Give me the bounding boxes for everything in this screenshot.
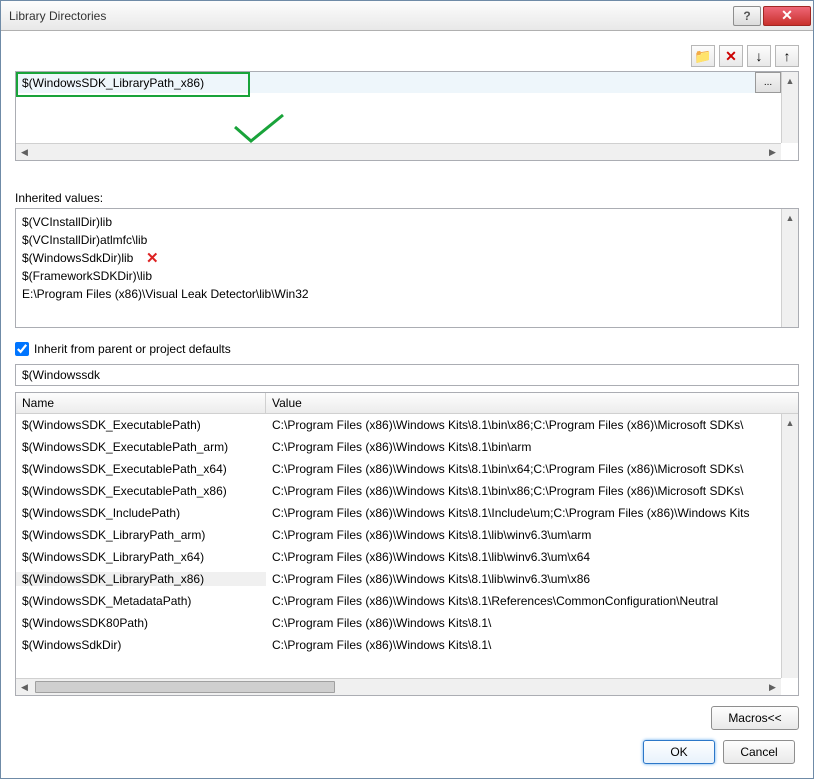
macro-value: C:\Program Files (x86)\Windows Kits\8.1\… (266, 418, 798, 432)
window-title: Library Directories (9, 9, 731, 23)
macro-name: $(WindowsSDK_IncludePath) (16, 506, 266, 520)
macro-value: C:\Program Files (x86)\Windows Kits\8.1\… (266, 550, 798, 564)
table-row[interactable]: $(WindowsSDK80Path)C:\Program Files (x86… (16, 612, 798, 634)
table-row[interactable]: $(WindowsSDK_ExecutablePath_x64)C:\Progr… (16, 458, 798, 480)
macros-toggle-button[interactable]: Macros<< (711, 706, 799, 730)
macro-name: $(WindowsSDK_MetadataPath) (16, 594, 266, 608)
cancel-button[interactable]: Cancel (723, 740, 795, 764)
macro-name: $(WindowsSDK_LibraryPath_arm) (16, 528, 266, 542)
macro-value: C:\Program Files (x86)\Windows Kits\8.1\… (266, 462, 798, 476)
table-row[interactable]: $(WindowsSdkDir)C:\Program Files (x86)\W… (16, 634, 798, 656)
macro-name: $(WindowsSDK_LibraryPath_x86) (16, 572, 266, 586)
browse-button[interactable]: ... (755, 72, 781, 93)
macro-value: C:\Program Files (x86)\Windows Kits\8.1\… (266, 528, 798, 542)
checkmark-annotation-icon (231, 111, 287, 147)
new-line-button[interactable]: 📁 (691, 45, 715, 67)
table-row[interactable]: $(WindowsSDK_ExecutablePath_x86)C:\Progr… (16, 480, 798, 502)
inherit-checkbox-row[interactable]: Inherit from parent or project defaults (15, 342, 799, 356)
macro-value: C:\Program Files (x86)\Windows Kits\8.1\ (266, 638, 798, 652)
inherited-value: E:\Program Files (x86)\Visual Leak Detec… (22, 285, 775, 303)
macro-value: C:\Program Files (x86)\Windows Kits\8.1\ (266, 616, 798, 630)
close-button[interactable]: ✕ (763, 6, 811, 26)
macro-name: $(WindowsSDK_ExecutablePath_arm) (16, 440, 266, 454)
inherited-value: $(FrameworkSDKDir)\lib (22, 267, 775, 285)
table-row[interactable]: $(WindowsSDK_ExecutablePath_arm)C:\Progr… (16, 436, 798, 458)
table-row[interactable]: $(WindowsSDK_ExecutablePath)C:\Program F… (16, 414, 798, 436)
arrow-up-icon: ↑ (784, 48, 791, 64)
path-input[interactable] (16, 72, 755, 93)
inherited-values-label: Inherited values: (15, 191, 799, 205)
macro-name: $(WindowsSDK_ExecutablePath_x86) (16, 484, 266, 498)
arrow-down-icon: ↓ (756, 48, 763, 64)
library-directories-dialog: Library Directories ? ✕ 📁 ✕ ↓ ↑ (0, 0, 814, 779)
macros-header: Name Value (16, 393, 798, 414)
cross-annotation-icon: ✕ (146, 250, 159, 268)
inherited-value: $(VCInstallDir)lib (22, 213, 775, 231)
editor-vertical-scrollbar[interactable]: ▲ (781, 72, 798, 143)
paths-editor-pane: ... ▲ ◀▶ (15, 71, 799, 161)
macro-name: $(WindowsSDK80Path) (16, 616, 266, 630)
move-down-button[interactable]: ↓ (747, 45, 771, 67)
macro-name: $(WindowsSDK_ExecutablePath_x64) (16, 462, 266, 476)
column-header-name[interactable]: Name (16, 393, 266, 413)
macro-name: $(WindowsSDK_ExecutablePath) (16, 418, 266, 432)
inherited-vertical-scrollbar[interactable]: ▲ (781, 209, 798, 327)
table-row[interactable]: $(WindowsSDK_IncludePath)C:\Program File… (16, 502, 798, 524)
ellipsis-icon: ... (764, 77, 772, 88)
titlebar: Library Directories ? ✕ (1, 1, 813, 31)
macro-value: C:\Program Files (x86)\Windows Kits\8.1\… (266, 594, 798, 608)
macro-value: C:\Program Files (x86)\Windows Kits\8.1\… (266, 572, 798, 586)
move-up-button[interactable]: ↑ (775, 45, 799, 67)
column-header-value[interactable]: Value (266, 393, 781, 413)
macros-vertical-scrollbar[interactable]: ▲ (781, 414, 798, 678)
macros-horizontal-scrollbar[interactable]: ◀▶ (16, 678, 781, 695)
ok-button[interactable]: OK (643, 740, 715, 764)
macro-value: C:\Program Files (x86)\Windows Kits\8.1\… (266, 440, 798, 454)
folder-icon: 📁 (694, 48, 711, 65)
table-row[interactable]: $(WindowsSDK_LibraryPath_x64)C:\Program … (16, 546, 798, 568)
delete-icon: ✕ (725, 48, 737, 65)
macro-value: C:\Program Files (x86)\Windows Kits\8.1\… (266, 506, 798, 520)
table-row[interactable]: $(WindowsSDK_LibraryPath_x86)C:\Program … (16, 568, 798, 590)
table-row[interactable]: $(WindowsSDK_MetadataPath)C:\Program Fil… (16, 590, 798, 612)
macro-name: $(WindowsSDK_LibraryPath_x64) (16, 550, 266, 564)
inherit-checkbox[interactable] (15, 342, 29, 356)
inherited-values-pane: $(VCInstallDir)lib $(VCInstallDir)atlmfc… (15, 208, 799, 328)
editor-horizontal-scrollbar[interactable]: ◀▶ (16, 143, 781, 160)
editor-toolbar: 📁 ✕ ↓ ↑ (15, 45, 799, 67)
table-row[interactable]: $(WindowsSDK_LibraryPath_arm)C:\Program … (16, 524, 798, 546)
macros-list-pane: Name Value $(WindowsSDK_ExecutablePath)C… (15, 392, 799, 696)
inherit-checkbox-label: Inherit from parent or project defaults (34, 342, 231, 356)
macro-name: $(WindowsSdkDir) (16, 638, 266, 652)
macro-filter-input[interactable] (15, 364, 799, 386)
inherited-value: $(WindowsSdkDir)lib (22, 249, 775, 267)
inherited-value: $(VCInstallDir)atlmfc\lib (22, 231, 775, 249)
macro-value: C:\Program Files (x86)\Windows Kits\8.1\… (266, 484, 798, 498)
delete-line-button[interactable]: ✕ (719, 45, 743, 67)
help-button[interactable]: ? (733, 6, 761, 26)
